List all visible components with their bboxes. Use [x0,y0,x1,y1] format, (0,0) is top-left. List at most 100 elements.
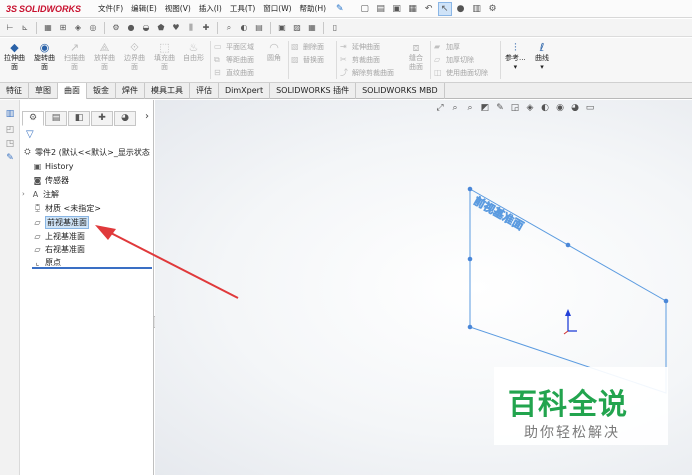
knit-surface-button[interactable]: ⧈ 缝合 曲面 [408,40,424,72]
pin-menu-icon[interactable]: ✎ [336,4,344,14]
menu-view[interactable]: 视图(V) [161,0,195,18]
replace-face-button[interactable]: ▨ 替换面 [291,53,324,66]
menu-tools[interactable]: 工具(T) [226,0,259,18]
sphere-icon[interactable]: ● [125,22,137,34]
table-icon[interactable]: ▤ [253,22,265,34]
gear-feature-icon[interactable]: ⚙ [110,22,122,34]
edit-appearance-icon[interactable]: ◉ [554,102,566,114]
tree-item-history[interactable]: ▣ History [32,160,74,172]
tree-item-annotations[interactable]: › A 注解 [22,188,59,200]
zoom-to-area-icon[interactable]: ⌕ [449,102,461,114]
part-icon[interactable]: ◰ [4,124,16,136]
menu-insert[interactable]: 插入(I) [195,0,226,18]
tree-item-right-plane[interactable]: ▱ 右视基准面 [32,243,85,255]
tab-sheet-metal[interactable]: 钣金 [87,83,116,99]
search-icon[interactable]: ⌕ [223,22,235,34]
weld-icon[interactable]: ⫼ [185,22,197,34]
file-properties-icon[interactable]: ▥ [470,2,484,16]
ruled-surface-button[interactable]: ⊟ 直纹曲面 [214,66,254,79]
bowl-icon[interactable]: ◒ [140,22,152,34]
save-icon[interactable]: ▣ [390,2,404,16]
revolved-surface-button[interactable]: ◉ 旋转曲 面 [34,40,55,72]
reference-geometry-button[interactable]: ⫶ 参考... ▾ [505,40,526,72]
extend-surface-button[interactable]: ⇥ 延伸曲面 [340,40,380,53]
component-icon[interactable]: ◈ [72,22,84,34]
undo-icon[interactable]: ↶ [422,2,436,16]
options-gear-icon[interactable]: ⚙ [486,2,500,16]
zoom-to-fit-icon[interactable]: ⤢ [434,102,446,114]
property-manager-tab-icon[interactable]: ▤ [45,110,67,126]
fillet-button[interactable]: ◠ 圆角 [266,40,282,63]
section-view-icon[interactable]: ◩ [479,102,491,114]
print-preview-icon[interactable]: ▨ [291,22,303,34]
menu-window[interactable]: 窗口(W) [259,0,295,18]
mate-icon[interactable]: ⊞ [57,22,69,34]
freeform-button[interactable]: ♨ 自由形 [183,40,204,63]
tree-item-top-plane[interactable]: ▱ 上视基准面 [32,230,85,242]
filter-icon[interactable]: ▽ [26,129,34,140]
print-icon[interactable]: ▦ [406,2,420,16]
panel-more-arrow-icon[interactable]: › [145,111,149,122]
new-document-icon[interactable]: ▢ [358,2,372,16]
tab-dimxpert[interactable]: DimXpert [219,83,271,99]
tree-root[interactable]: ⛭ 零件2 (默认<<默认>_显示状态 [22,146,150,158]
heart-icon[interactable]: ♥ [170,22,182,34]
tab-solidworks-addins[interactable]: SOLIDWORKS 插件 [270,83,357,99]
explode-icon[interactable]: ◎ [87,22,99,34]
offset-surface-button[interactable]: ⧉ 等距曲面 [214,53,254,66]
thickened-cut-button[interactable]: ▱ 加厚切除 [434,53,474,66]
document-icon[interactable]: ▯ [329,22,341,34]
apply-scene-icon[interactable]: ◕ [569,102,581,114]
menu-help[interactable]: 帮助(H) [296,0,331,18]
dynamic-annotation-icon[interactable]: ✎ [494,102,506,114]
layer-icon[interactable]: ◳ [4,138,16,150]
lofted-surface-button[interactable]: ⟁ 放样曲 面 [94,40,115,72]
select-pointer-icon[interactable]: ↖ [437,1,452,16]
thicken-button[interactable]: ▰ 加厚 [434,40,460,53]
planar-surface-button[interactable]: ▭ 平面区域 [214,40,254,53]
drawing-icon[interactable]: ▣ [276,22,288,34]
menu-file[interactable]: 文件(F) [94,0,127,18]
cross-icon[interactable]: ✚ [200,22,212,34]
tab-features[interactable]: 特征 [0,83,29,99]
dimxpert-manager-tab-icon[interactable]: ✚ [91,110,113,126]
view-settings-icon[interactable]: ▭ [584,102,596,114]
untrim-surface-button[interactable]: ⤴ 解除剪裁曲面 [340,66,394,79]
boundary-surface-button[interactable]: ⟐ 边界曲 面 [124,40,145,72]
tab-surfaces[interactable]: 曲面 [58,83,87,99]
tab-evaluate[interactable]: 评估 [190,83,219,99]
tab-sketch[interactable]: 草图 [29,83,58,99]
smart-dimension-icon[interactable]: ⊾ [19,22,31,34]
previous-view-icon[interactable]: ⌕ [464,102,476,114]
tools-icon[interactable]: ✎ [4,152,16,164]
tree-item-front-plane[interactable]: ▱ 前视基准面 [32,215,89,229]
tab-mold-tools[interactable]: 模具工具 [145,83,190,99]
extruded-surface-button[interactable]: ◆ 拉伸曲 面 [4,40,25,72]
rollback-bar[interactable] [32,267,152,269]
delete-face-button[interactable]: ▧ 删除面 [291,40,324,53]
sketch-line-icon[interactable]: ⊢ [4,22,16,34]
display-style-icon[interactable]: ◈ [524,102,536,114]
assembly-icon[interactable]: ▦ [42,22,54,34]
view-orientation-icon[interactable]: ◲ [509,102,521,114]
display-manager-tab-icon[interactable]: ◕ [114,110,136,126]
swept-surface-button[interactable]: ↗ 扫描曲 面 [64,40,85,72]
configuration-manager-tab-icon[interactable]: ◧ [68,110,90,126]
tab-weldments[interactable]: 焊件 [116,83,145,99]
menu-edit[interactable]: 编辑(E) [127,0,161,18]
solidworks-logo[interactable]: 3S SOLIDWORKS [0,0,94,18]
feature-manager-tab-icon[interactable]: ⚙ [22,110,44,126]
tree-item-material[interactable]: ⧮ 材质 <未指定> [32,202,101,214]
tree-item-sensors[interactable]: ◙ 传感器 [32,174,69,186]
grid-icon[interactable]: ▦ [306,22,318,34]
expand-arrow-icon[interactable]: › [22,190,30,198]
measure-icon[interactable]: ◐ [238,22,250,34]
cut-with-surface-button[interactable]: ◫ 使用曲面切除 [434,66,488,79]
rebuild-icon[interactable]: ● [454,2,468,16]
shield-icon[interactable]: ⬟ [155,22,167,34]
trim-surface-button[interactable]: ✂ 剪裁曲面 [340,53,380,66]
open-document-icon[interactable]: ▤ [374,2,388,16]
feature-tree-toggle-icon[interactable]: ▥ [4,108,16,120]
hide-show-items-icon[interactable]: ◐ [539,102,551,114]
curves-button[interactable]: ℓ 曲线 ▾ [534,40,550,72]
